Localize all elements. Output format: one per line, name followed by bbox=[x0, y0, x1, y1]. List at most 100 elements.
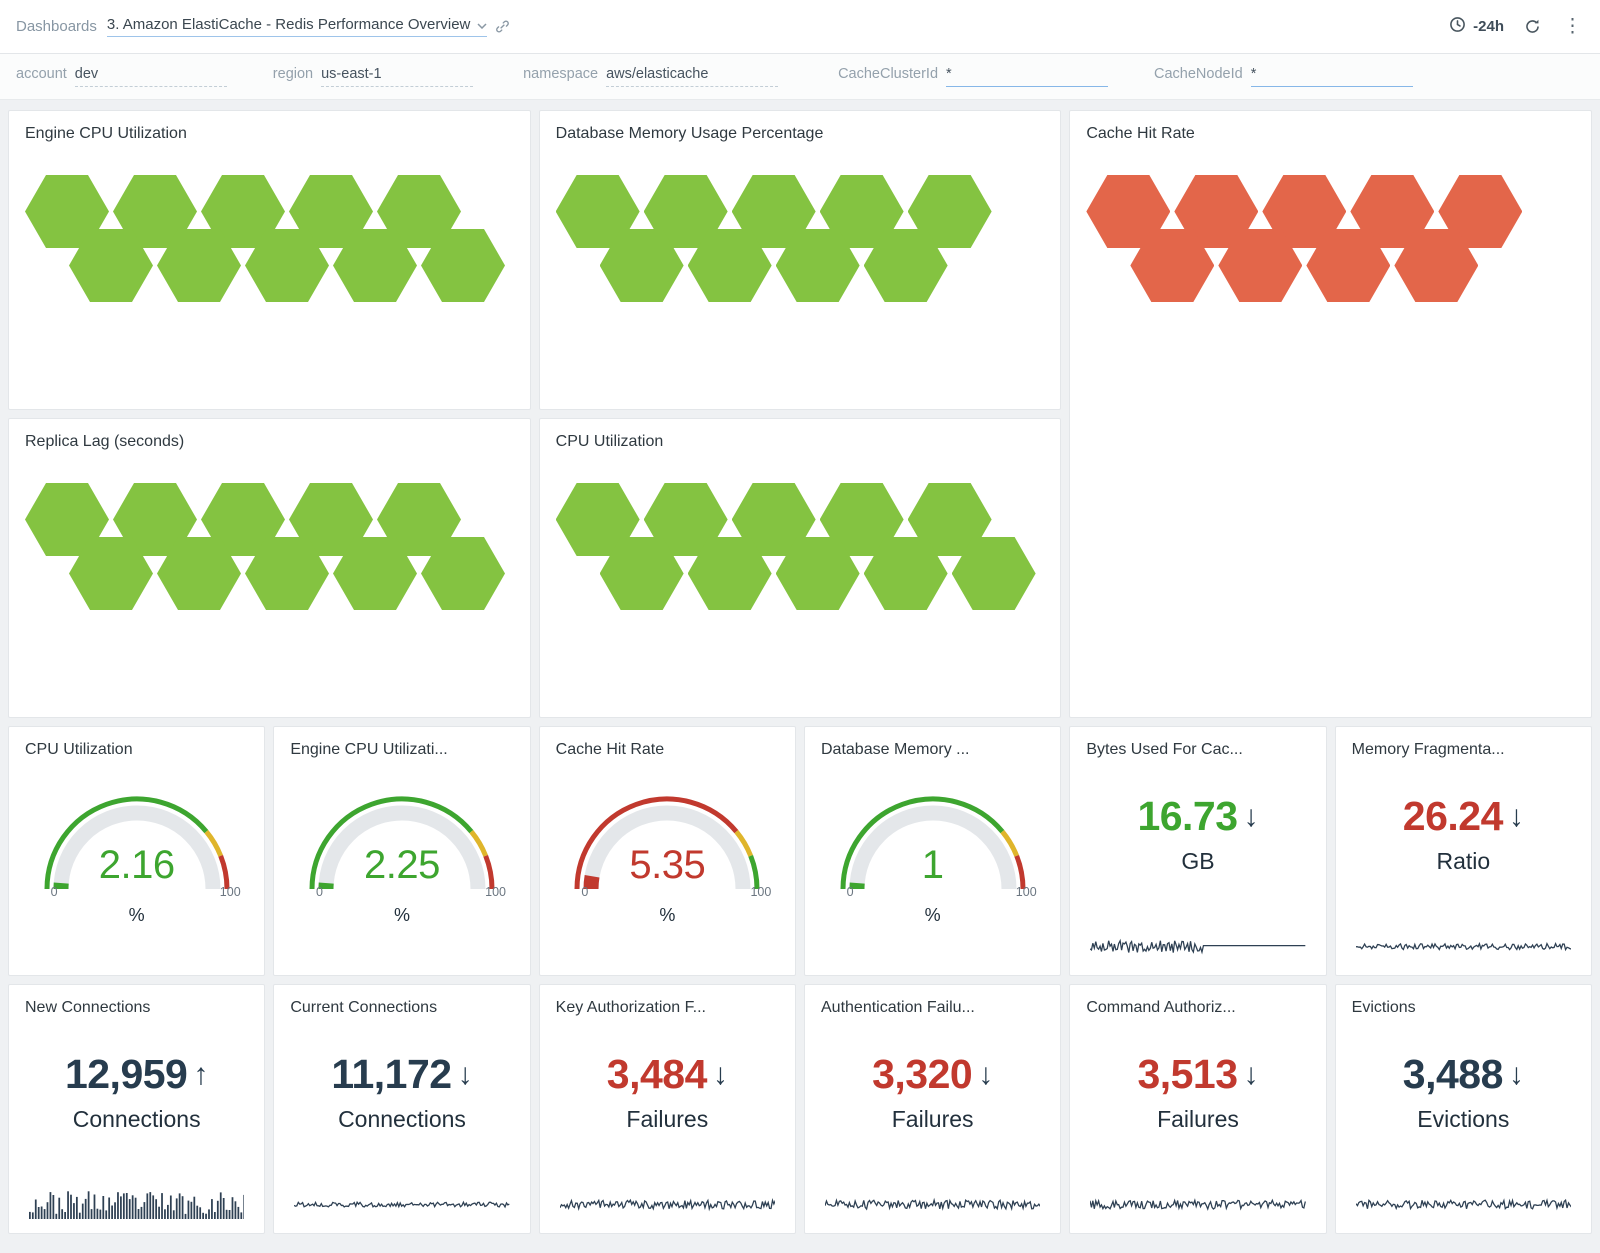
widget-title: Bytes Used For Cac... bbox=[1086, 741, 1309, 759]
widget-engine-cpu-utilization-hexmap[interactable]: Engine CPU Utilization bbox=[8, 110, 531, 410]
page-title: 3. Amazon ElastiCache - Redis Performanc… bbox=[107, 16, 470, 33]
widget-title: Database Memory Usage Percentage bbox=[556, 125, 1045, 143]
widget-command-authorization-failures[interactable]: Command Authoriz... 3,513 ↓ Failures bbox=[1069, 984, 1326, 1234]
time-range-selector[interactable]: -24h bbox=[1449, 16, 1504, 37]
template-var-cacheclusterid[interactable]: CacheClusterId * bbox=[838, 66, 1108, 87]
top-bar: Dashboards 3. Amazon ElastiCache - Redis… bbox=[0, 0, 1600, 54]
widget-engine-cpu-utilization-gauge[interactable]: Engine CPU Utilizati... 2.25 0 100 % bbox=[273, 726, 530, 976]
widget-title: Memory Fragmenta... bbox=[1352, 741, 1575, 759]
stat-unit-label: Evictions bbox=[1352, 1106, 1575, 1133]
stat-unit-label: Connections bbox=[290, 1106, 513, 1133]
widget-title: Key Authorization F... bbox=[556, 999, 779, 1017]
sparkline-chart bbox=[29, 1187, 244, 1219]
widget-cpu-utilization-hexmap[interactable]: CPU Utilization bbox=[539, 418, 1062, 718]
widget-title: Command Authoriz... bbox=[1086, 999, 1309, 1017]
template-var-value[interactable]: * bbox=[946, 66, 1108, 87]
template-var-namespace[interactable]: namespace aws/elasticache bbox=[523, 66, 778, 87]
gauge-chart: 5.35 0 100 % bbox=[557, 785, 777, 935]
gauge-max-label: 100 bbox=[485, 885, 506, 899]
trend-arrow-icon: ↓ bbox=[713, 1060, 728, 1090]
widget-new-connections[interactable]: New Connections 12,959 ↑ Connections bbox=[8, 984, 265, 1234]
time-range-label: -24h bbox=[1473, 18, 1504, 35]
widget-evictions[interactable]: Evictions 3,488 ↓ Evictions bbox=[1335, 984, 1592, 1234]
gauge-min-label: 0 bbox=[316, 885, 323, 899]
dashboard-grid: Engine CPU Utilization Database Memory U… bbox=[0, 100, 1600, 1242]
hexagon-chart[interactable] bbox=[25, 175, 514, 307]
gauge-unit-label: % bbox=[557, 905, 777, 926]
trend-arrow-icon: ↓ bbox=[1244, 802, 1259, 832]
stat-unit-label: Failures bbox=[1086, 1106, 1309, 1133]
chevron-down-icon bbox=[477, 16, 487, 33]
kebab-menu-icon[interactable]: ⋮ bbox=[1561, 17, 1584, 36]
gauge-value: 2.25 bbox=[292, 843, 512, 888]
widget-title: Current Connections bbox=[290, 999, 513, 1017]
hexagon-chart[interactable] bbox=[1086, 175, 1575, 307]
widget-database-memory-usage-hexmap[interactable]: Database Memory Usage Percentage bbox=[539, 110, 1062, 410]
widget-title: Authentication Failu... bbox=[821, 999, 1044, 1017]
template-var-label: namespace bbox=[523, 66, 598, 82]
widget-title: CPU Utilization bbox=[25, 741, 248, 759]
widget-title: Database Memory ... bbox=[821, 741, 1044, 759]
widget-database-memory-gauge[interactable]: Database Memory ... 1 0 100 % bbox=[804, 726, 1061, 976]
widget-key-authorization-failures[interactable]: Key Authorization F... 3,484 ↓ Failures bbox=[539, 984, 796, 1234]
stat-value: 3,488 bbox=[1403, 1051, 1503, 1098]
stat-unit-label: Connections bbox=[25, 1106, 248, 1133]
clock-icon bbox=[1449, 16, 1466, 37]
gauge-chart: 1 0 100 % bbox=[823, 785, 1043, 935]
gauge-value: 2.16 bbox=[27, 843, 247, 888]
widget-cpu-utilization-gauge[interactable]: CPU Utilization 2.16 0 100 % bbox=[8, 726, 265, 976]
gauge-min-label: 0 bbox=[51, 885, 58, 899]
hexagon-chart[interactable] bbox=[556, 175, 1045, 307]
gauge-min-label: 0 bbox=[847, 885, 854, 899]
sparkline-chart bbox=[294, 1187, 509, 1219]
widget-cache-hit-rate-gauge[interactable]: Cache Hit Rate 5.35 0 100 % bbox=[539, 726, 796, 976]
widget-memory-fragmentation[interactable]: Memory Fragmenta... 26.24 ↓ Ratio bbox=[1335, 726, 1592, 976]
stat-value: 11,172 bbox=[331, 1051, 451, 1098]
gauge-value: 5.35 bbox=[557, 843, 777, 888]
breadcrumb[interactable]: Dashboards bbox=[16, 18, 97, 35]
widget-cache-hit-rate-hexmap[interactable]: Cache Hit Rate bbox=[1069, 110, 1592, 718]
widget-title: Replica Lag (seconds) bbox=[25, 433, 514, 451]
stat-value: 3,513 bbox=[1137, 1051, 1237, 1098]
stat-value: 16.73 bbox=[1137, 793, 1237, 840]
template-var-value[interactable]: aws/elasticache bbox=[606, 66, 778, 87]
template-var-value[interactable]: us-east-1 bbox=[321, 66, 473, 87]
template-var-value[interactable]: dev bbox=[75, 66, 227, 87]
stat-unit-label: Ratio bbox=[1352, 848, 1575, 875]
template-var-value[interactable]: * bbox=[1251, 66, 1413, 87]
gauge-chart: 2.25 0 100 % bbox=[292, 785, 512, 935]
template-var-label: CacheNodeId bbox=[1154, 66, 1243, 82]
template-var-label: region bbox=[273, 66, 313, 82]
stat-value: 3,484 bbox=[607, 1051, 707, 1098]
widget-replica-lag-hexmap[interactable]: Replica Lag (seconds) bbox=[8, 418, 531, 718]
hexagon-chart[interactable] bbox=[556, 483, 1045, 615]
template-variable-bar: account dev region us-east-1 namespace a… bbox=[0, 54, 1600, 100]
template-var-label: account bbox=[16, 66, 67, 82]
widget-title: New Connections bbox=[25, 999, 248, 1017]
sparkline-chart bbox=[825, 1187, 1040, 1219]
gauge-max-label: 100 bbox=[750, 885, 771, 899]
stat-unit-label: GB bbox=[1086, 848, 1309, 875]
gauge-max-label: 100 bbox=[1016, 885, 1037, 899]
trend-arrow-icon: ↓ bbox=[1509, 802, 1524, 832]
widget-title: Engine CPU Utilization bbox=[25, 125, 514, 143]
gauge-max-label: 100 bbox=[220, 885, 241, 899]
gauge-min-label: 0 bbox=[581, 885, 588, 899]
stat-value: 12,959 bbox=[65, 1051, 187, 1098]
dashboard-title-dropdown[interactable]: 3. Amazon ElastiCache - Redis Performanc… bbox=[107, 16, 487, 37]
template-var-account[interactable]: account dev bbox=[16, 66, 227, 87]
sparkline-chart bbox=[1356, 1187, 1571, 1219]
trend-arrow-icon: ↑ bbox=[193, 1060, 208, 1090]
widget-current-connections[interactable]: Current Connections 11,172 ↓ Connections bbox=[273, 984, 530, 1234]
link-icon[interactable] bbox=[495, 19, 510, 34]
widget-bytes-used-for-cache[interactable]: Bytes Used For Cac... 16.73 ↓ GB bbox=[1069, 726, 1326, 976]
hexagon-chart[interactable] bbox=[25, 483, 514, 615]
widget-authentication-failures[interactable]: Authentication Failu... 3,320 ↓ Failures bbox=[804, 984, 1061, 1234]
widget-title: Engine CPU Utilizati... bbox=[290, 741, 513, 759]
gauge-unit-label: % bbox=[292, 905, 512, 926]
template-var-cachenodeid[interactable]: CacheNodeId * bbox=[1154, 66, 1413, 87]
template-var-region[interactable]: region us-east-1 bbox=[273, 66, 473, 87]
widget-title: Evictions bbox=[1352, 999, 1575, 1017]
refresh-icon[interactable] bbox=[1524, 18, 1541, 35]
widget-title: Cache Hit Rate bbox=[1086, 125, 1575, 143]
